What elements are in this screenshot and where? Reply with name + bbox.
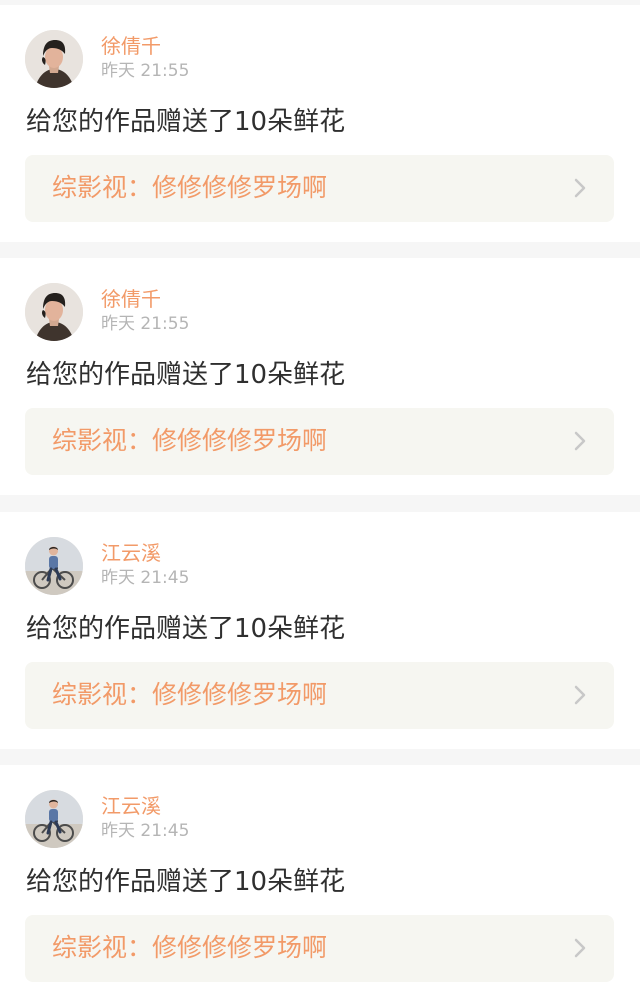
portrait-avatar-icon[interactable]	[25, 283, 83, 341]
notification-card: 徐倩千 昨天 21:55 给您的作品赠送了10朵鲜花 综影视：修修修修罗场啊	[0, 5, 640, 242]
work-link-row[interactable]: 综影视：修修修修罗场啊	[25, 408, 614, 475]
work-link-row[interactable]: 综影视：修修修修罗场啊	[25, 155, 614, 222]
user-name[interactable]: 徐倩千	[101, 287, 161, 311]
work-title: 综影视：修修修修罗场啊	[52, 426, 328, 455]
user-name[interactable]: 徐倩千	[101, 34, 161, 58]
notification-card: 徐倩千 昨天 21:55 给您的作品赠送了10朵鲜花 综影视：修修修修罗场啊	[0, 258, 640, 495]
timestamp: 昨天 21:45	[101, 568, 190, 588]
work-title: 综影视：修修修修罗场啊	[52, 933, 328, 962]
work-title: 综影视：修修修修罗场啊	[52, 680, 328, 709]
chevron-right-icon	[574, 431, 586, 451]
gift-message: 给您的作品赠送了10朵鲜花	[26, 360, 346, 390]
gift-message: 给您的作品赠送了10朵鲜花	[26, 867, 346, 897]
work-link-row[interactable]: 综影视：修修修修罗场啊	[25, 662, 614, 729]
work-title: 综影视：修修修修罗场啊	[52, 173, 328, 202]
chevron-right-icon	[574, 178, 586, 198]
notification-card: 江云溪 昨天 21:45 给您的作品赠送了10朵鲜花 综影视：修修修修罗场啊	[0, 512, 640, 749]
user-name[interactable]: 江云溪	[101, 794, 161, 818]
timestamp: 昨天 21:45	[101, 821, 190, 841]
chevron-right-icon	[574, 938, 586, 958]
bicycle-avatar-icon[interactable]	[25, 790, 83, 848]
timestamp: 昨天 21:55	[101, 61, 190, 81]
user-name[interactable]: 江云溪	[101, 541, 161, 565]
gift-message: 给您的作品赠送了10朵鲜花	[26, 614, 346, 644]
chevron-right-icon	[574, 685, 586, 705]
portrait-avatar-icon[interactable]	[25, 30, 83, 88]
timestamp: 昨天 21:55	[101, 314, 190, 334]
notification-card: 江云溪 昨天 21:45 给您的作品赠送了10朵鲜花 综影视：修修修修罗场啊	[0, 765, 640, 1002]
gift-message: 给您的作品赠送了10朵鲜花	[26, 107, 346, 137]
bicycle-avatar-icon[interactable]	[25, 537, 83, 595]
